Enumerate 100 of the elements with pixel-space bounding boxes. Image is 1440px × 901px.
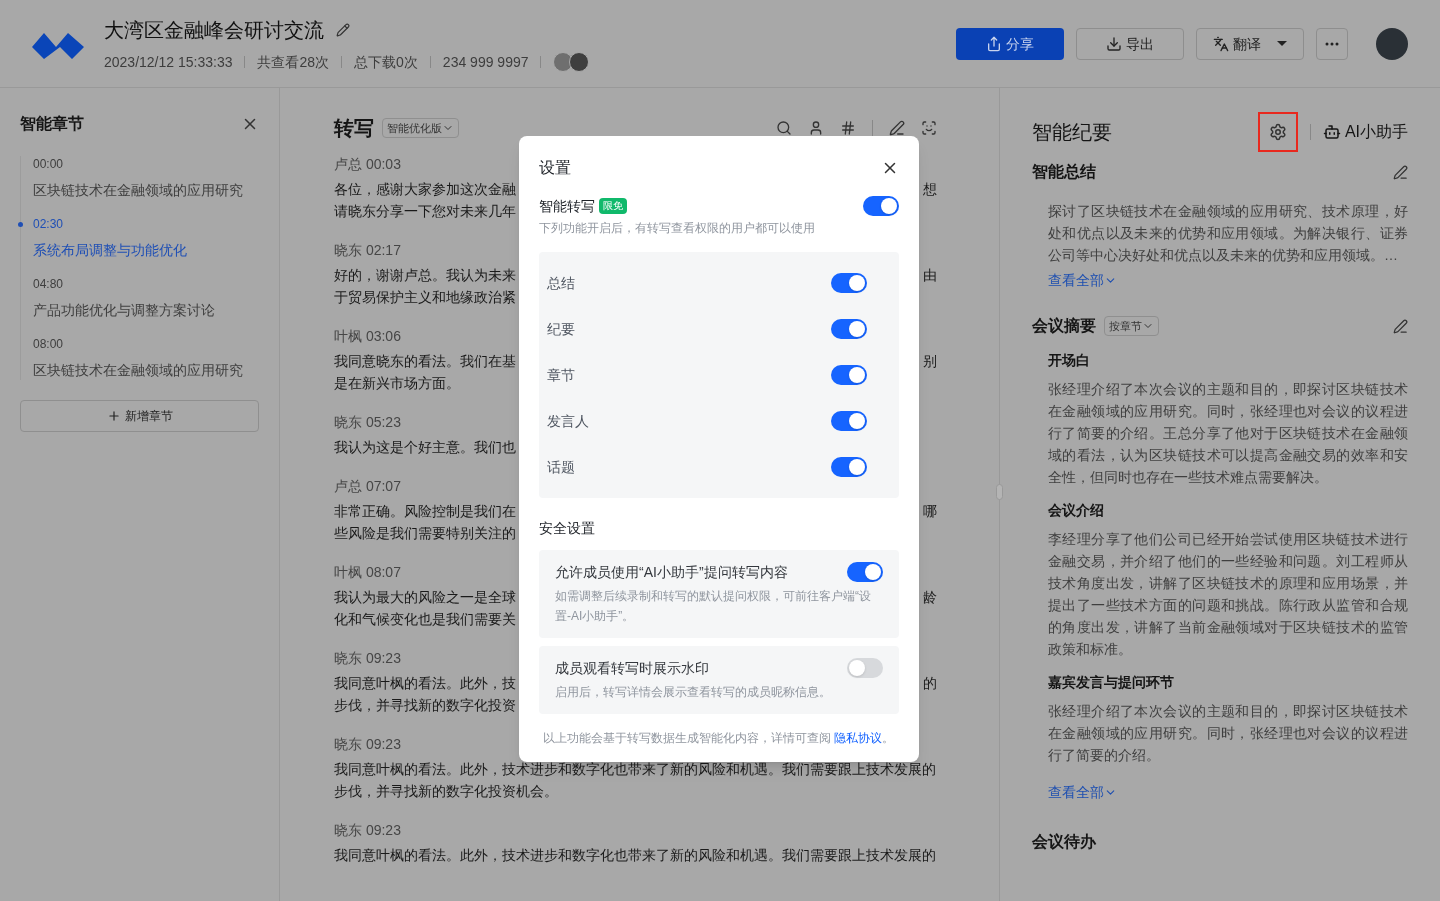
transcript-text: 我认为最大的风险之一是全球 (334, 588, 516, 607)
abstract-text: 张经理介绍了本次会议的主题和目的，即探讨区块链技术在金融领域的应用研究。同时，张经理也对会议的议程进行了简要的介绍。王总分享了他对于区块链技术在金融领域的看法，认为区块链技术可以提高金融交易的效率和安全性，但同时也存在一些技术难点需要解决。 (1048, 380, 1408, 487)
feature-label: 总结 (547, 274, 575, 293)
transcript-text: 的 (923, 674, 937, 693)
panel-title: 智能章节 (20, 114, 84, 134)
speaker-time: 叶枫 08:07 (334, 563, 401, 582)
abstract-text: 张经理介绍了本次会议的主题和目的，即探讨区块链技术在金融领域的应用研究。同时，张经理也对会议的议程进行了简要的介绍。 (1048, 702, 1408, 765)
toggle-switch[interactable] (847, 562, 883, 582)
setting-label: 允许成员使用“AI小助手”提问转写内容 (555, 563, 788, 582)
transcript-text: 我同意叶枫的看法。此外，技术进步和数字化也带来了新的风险和机遇。我们需要跟上技术发展的 (334, 846, 936, 865)
caret-icon (1277, 41, 1287, 46)
assistant-button[interactable]: AI小助手 (1322, 120, 1408, 144)
dialog-title: 设置 (539, 158, 571, 178)
toggle-switch[interactable] (831, 319, 867, 339)
hash-icon[interactable] (840, 120, 856, 136)
chapter-item[interactable]: 04:80 产品功能优化与调整方案讨论 (21, 276, 259, 320)
subsection-title: 嘉宾发言与提问环节 (1048, 673, 1175, 692)
chapter-item[interactable]: 00:00 区块链技术在金融领域的应用研究 (21, 156, 259, 200)
edit-icon[interactable] (1393, 318, 1408, 334)
setting-label: 智能转写 (539, 197, 595, 216)
feature-label: 章节 (547, 366, 575, 385)
toggle-switch[interactable] (831, 411, 867, 431)
privacy-link[interactable]: 隐私协议 (834, 731, 883, 745)
section-title: 智能总结 (1032, 162, 1096, 182)
subsection-title: 开场白 (1048, 351, 1091, 370)
toggle-switch[interactable] (831, 457, 867, 477)
setting-hint: 下列功能开启后，有转写查看权限的用户都可以使用 (539, 220, 816, 236)
search-icon[interactable] (776, 120, 792, 136)
transcript-text: 别 (923, 352, 937, 371)
share-icon (986, 35, 1002, 52)
meeting-title: 大湾区金融峰会研讨交流 (104, 17, 324, 43)
subsection-title: 会议介绍 (1048, 501, 1105, 520)
speaker-time: 晓东 09:23 (334, 649, 401, 668)
meta-text: 234 999 9997 (442, 52, 529, 72)
transcript-text: 我同意叶枫的看法。此外，技术进步和数字化也带来了新的风险和机遇。我们需要跟上技术发展的 (334, 760, 936, 779)
transcript-text: 龄 (923, 588, 937, 607)
more-icon (1325, 41, 1339, 46)
speaker-time: 晓东 09:23 (334, 735, 401, 754)
plus-icon (106, 409, 121, 423)
filter-dropdown[interactable]: 按章节 (1104, 316, 1159, 336)
transcript-text: 想 (923, 180, 937, 199)
robot-icon (1322, 123, 1341, 141)
section-title: 会议待办 (1032, 832, 1097, 852)
user-icon[interactable] (808, 120, 824, 136)
section-title: 会议摘要 (1032, 316, 1096, 336)
footer-note: 以上功能会基于转写数据生成智能化内容，详情可查阅 隐私协议。 (542, 730, 896, 746)
translate-button[interactable]: 翻译 (1196, 27, 1304, 60)
speaker-time: 叶枫 03:06 (334, 327, 401, 346)
speaker-time: 晓东 02:17 (334, 241, 401, 260)
meta-text: 2023/12/12 15:33:33 (104, 52, 233, 72)
avatar (569, 51, 590, 72)
speaker-time: 晓东 09:23 (334, 821, 401, 840)
transcript-text: 好的，谢谢卢总。我认为未来 (334, 266, 516, 285)
feature-label: 话题 (547, 458, 575, 477)
pen-icon[interactable] (889, 120, 905, 136)
edit-icon[interactable] (1393, 164, 1408, 180)
summary-text: 探讨了区块链技术在金融领域的应用研究、技术原理，好处和优点以及未来的优势和应用领域。为解决银行、证券公司等中心决好处和优点以及未来的优势和应用领域。… (1048, 202, 1408, 265)
settings-button[interactable] (1257, 112, 1298, 152)
chapter-item[interactable]: 02:30 系统布局调整与功能优化 (21, 216, 259, 260)
share-button[interactable]: 分享 (956, 27, 1064, 60)
transcript-text: 于贸易保护主义和地缘政治紧 (334, 288, 516, 307)
panel-title: 智能纪要 (1032, 120, 1112, 145)
view-all-link[interactable]: 查看全部 (1048, 270, 1117, 290)
add-chapter-button[interactable]: 新增章节 (20, 400, 259, 432)
scan-icon[interactable] (921, 120, 937, 136)
translate-icon (1213, 35, 1229, 52)
toggle-switch[interactable] (847, 658, 883, 678)
setting-label: 成员观看转写时展示水印 (555, 659, 709, 678)
transcript-text: 哪 (923, 502, 937, 521)
transcript-text: 步伐，并寻找新的数字化投资机会。 (334, 782, 558, 801)
abstract-text: 李经理分享了他们公司已经开始尝试使用区块链技术进行金融交易，并介绍了他们的一些经验和问题。刘工程师从技术角度出发，讲解了区块链技术的原理和应用场景，并提出了一些技术方面的问题和挑战。陈行政从监管和合规的角度出发，讲解了当前金融领域对于区块链技术的监管政策和标准。 (1048, 530, 1408, 659)
view-all-link[interactable]: 查看全部 (1048, 782, 1117, 802)
free-badge: 限免 (599, 198, 627, 214)
version-dropdown[interactable]: 智能优化版 (382, 118, 459, 138)
feature-label: 发言人 (547, 412, 589, 431)
meta-text: 共查看28次 (257, 52, 330, 72)
chapter-item[interactable]: 08:00 区块链技术在金融领域的应用研究 (21, 336, 259, 380)
transcript-text: 我同意叶枫的看法。此外，技 (334, 674, 516, 693)
transcript-text: 我认为这是个好主意。我们也 (334, 438, 516, 457)
drag-handle-icon[interactable] (996, 484, 1003, 500)
toggle-switch[interactable] (831, 273, 867, 293)
section-title: 安全设置 (539, 519, 596, 538)
speaker-time: 卢总 07:07 (334, 477, 401, 496)
user-avatar[interactable] (1376, 27, 1408, 60)
speaker-time: 卢总 00:03 (334, 155, 401, 174)
transcript-text: 非常正确。风险控制是我们在 (334, 502, 516, 521)
transcript-text: 各位，感谢大家参加这次金融 (334, 180, 516, 199)
transcript-text: 些风险是我们需要特别关注的 (334, 524, 516, 543)
transcript-text: 由 (923, 266, 937, 285)
toggle-switch[interactable] (863, 196, 899, 216)
edit-icon (336, 22, 350, 37)
download-icon (1106, 35, 1122, 52)
feature-label: 纪要 (547, 320, 575, 339)
export-button[interactable]: 导出 (1076, 27, 1184, 60)
transcript-text: 化和气候变化也是我们需要关 (334, 610, 516, 629)
transcript-text: 请晓东分享一下您对未来几年 (334, 202, 516, 221)
speaker-time: 晓东 05:23 (334, 413, 401, 432)
meta-text: 总下载0次 (354, 52, 418, 72)
setting-hint: 启用后，转写详情会展示查看转写的成员昵称信息。 (555, 684, 832, 701)
toggle-switch[interactable] (831, 365, 867, 385)
